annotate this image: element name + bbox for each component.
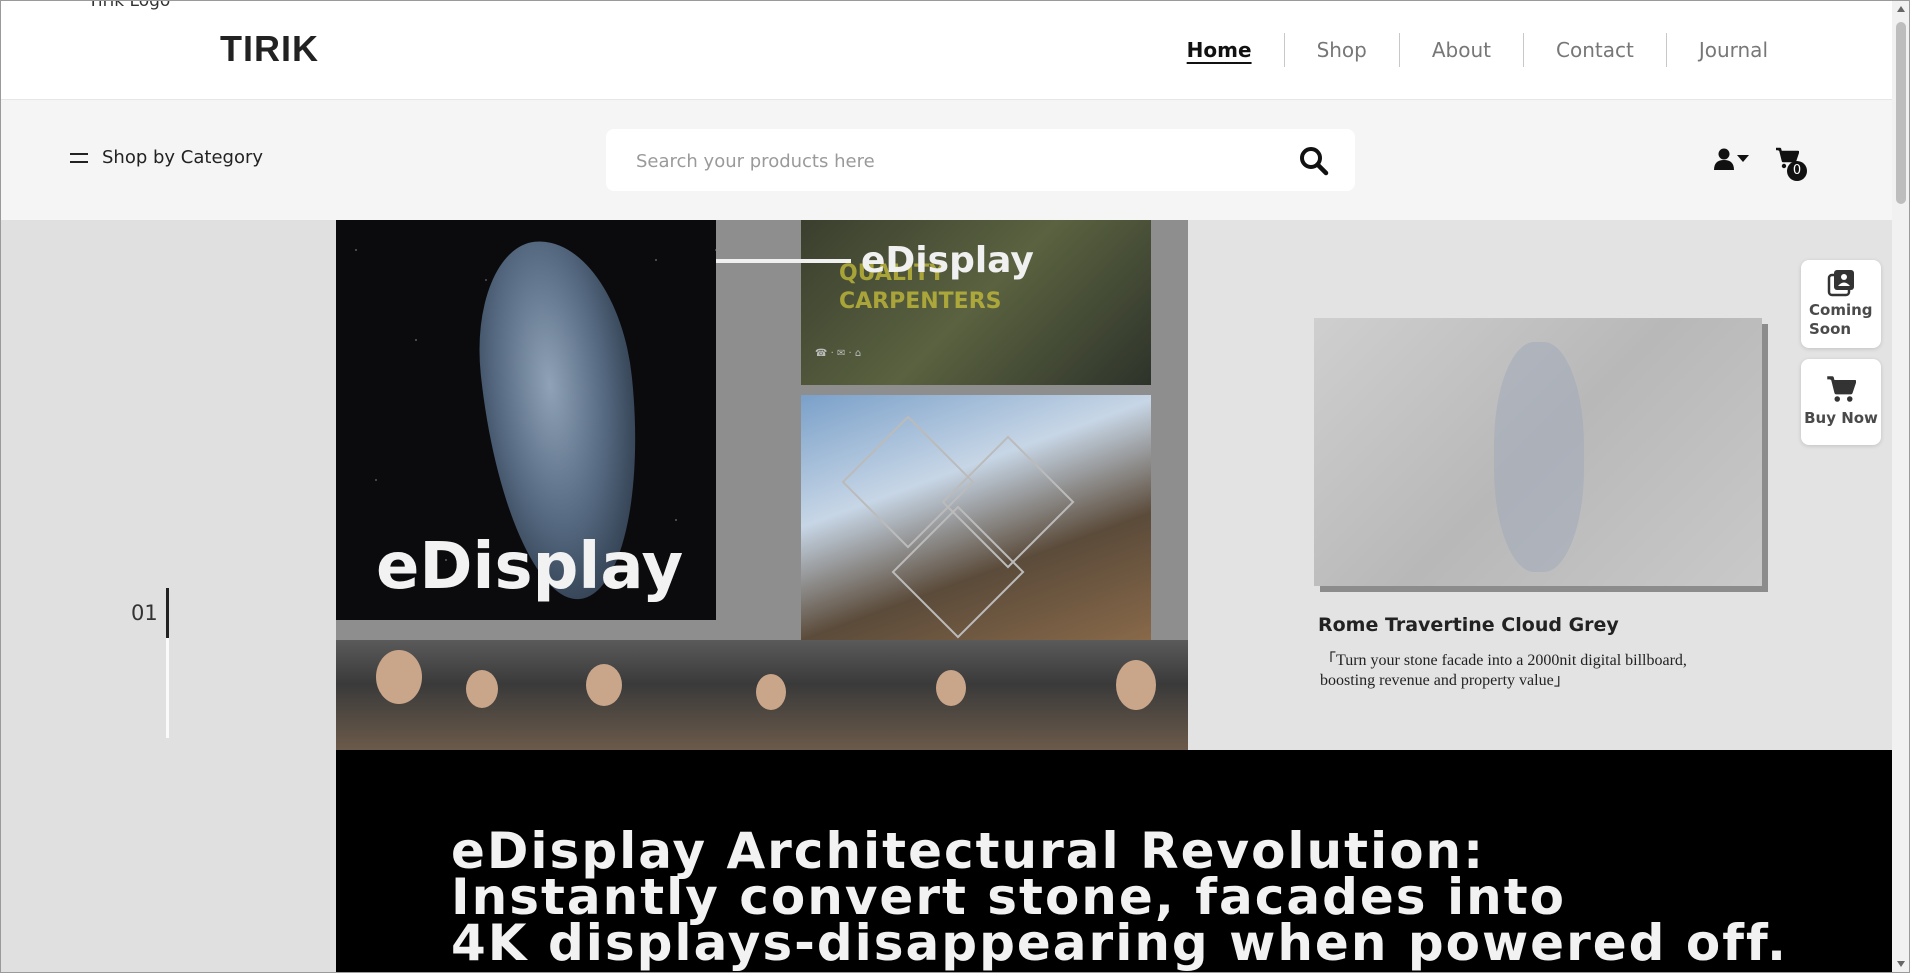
slide-progress-indicator	[166, 588, 169, 638]
buy-now-label: Buy Now	[1804, 409, 1878, 427]
image-brand-word: eDisplay	[376, 530, 684, 604]
featured-product: Rome Travertine Cloud Grey 「Turn your st…	[1188, 220, 1892, 750]
slider-indicator-rail: 01	[0, 220, 336, 973]
product-description: 「Turn your stone facade into a 2000nit d…	[1320, 652, 1687, 689]
coming-soon-label: Coming Soon	[1809, 301, 1873, 338]
person-head	[1116, 660, 1156, 710]
product-name[interactable]: Rome Travertine Cloud Grey	[1318, 614, 1619, 636]
product-image-shape	[1494, 342, 1584, 572]
headline-band: eDisplay Architectural Revolution: Insta…	[336, 750, 1892, 973]
search-input[interactable]	[634, 129, 1258, 193]
image-tag-word: eDisplay	[861, 240, 1034, 281]
headline-line-3: 4K displays-disappearing when powered of…	[451, 914, 1788, 972]
cart-count-badge: 0	[1787, 161, 1807, 181]
image-tag: eDisplay	[716, 240, 1034, 281]
space-display-panel: eDisplay	[336, 220, 716, 620]
slide-number: 01	[131, 601, 158, 625]
hero-banner-image[interactable]: eDisplay QUALITY CARPENTERS ☎ · ✉ · ⌂ eDi…	[336, 220, 1188, 750]
hero-headline: eDisplay Architectural Revolution: Insta…	[451, 826, 1788, 972]
panel-contact-strip: ☎ · ✉ · ⌂	[815, 348, 862, 359]
nav-journal[interactable]: Journal	[1665, 33, 1800, 67]
menu-icon	[70, 152, 88, 164]
account-menu-button[interactable]	[1714, 148, 1749, 170]
top-navigation: Tirik Logo TIRIK Home Shop About Contact…	[0, 0, 1892, 100]
shop-by-category-button[interactable]: Shop by Category	[70, 147, 263, 168]
page-scrollbar[interactable]	[1892, 0, 1910, 973]
nav-about[interactable]: About	[1398, 33, 1523, 67]
search-icon	[1300, 147, 1329, 176]
search-button[interactable]	[1299, 146, 1329, 176]
main-nav: Home Shop About Contact Journal	[1155, 33, 1800, 67]
crowd-graphic	[336, 640, 1188, 750]
coming-soon-button[interactable]: Coming Soon	[1801, 260, 1881, 348]
contact-book-icon	[1827, 270, 1854, 297]
logo-alt-text: Tirik Logo	[88, 0, 171, 11]
site-logo[interactable]: TIRIK	[220, 28, 319, 70]
tag-line	[716, 258, 851, 263]
shop-by-category-label: Shop by Category	[102, 147, 264, 168]
user-icon	[1714, 148, 1734, 170]
product-image[interactable]	[1314, 318, 1762, 586]
cart-button[interactable]: 0	[1775, 147, 1807, 181]
materials-display-panel	[801, 395, 1151, 645]
caret-down-icon	[1737, 155, 1749, 162]
buy-now-button[interactable]: Buy Now	[1801, 359, 1881, 445]
nav-home[interactable]: Home	[1155, 33, 1284, 67]
person-head	[756, 674, 786, 710]
person-head	[586, 664, 622, 706]
nav-contact[interactable]: Contact	[1523, 33, 1666, 67]
person-head	[936, 670, 966, 706]
scroll-thumb[interactable]	[1896, 22, 1906, 204]
person-head	[466, 670, 498, 708]
person-head	[376, 650, 422, 704]
nav-shop[interactable]: Shop	[1283, 33, 1399, 67]
scroll-up-arrow[interactable]	[1897, 6, 1905, 12]
utility-bar: Shop by Category 0	[0, 100, 1892, 220]
scroll-down-arrow[interactable]	[1897, 961, 1905, 967]
cart-icon	[1827, 376, 1856, 402]
search-bar	[606, 129, 1355, 193]
